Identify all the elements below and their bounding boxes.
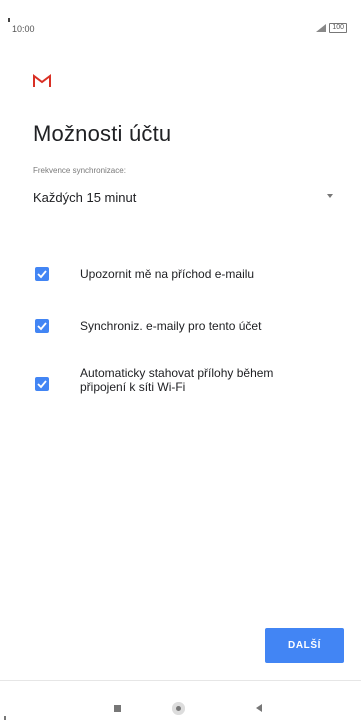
checkbox-attachments[interactable] (35, 377, 49, 391)
checkbox-notify[interactable] (35, 267, 49, 281)
status-time: 10:00 (12, 24, 35, 34)
check-icon (37, 322, 47, 331)
gmail-icon (33, 74, 51, 87)
back-icon[interactable] (256, 704, 262, 712)
next-button[interactable]: DALŠÍ (265, 628, 344, 663)
nav-divider (0, 680, 361, 681)
status-corner-mark (8, 18, 10, 22)
status-icons: 100 (316, 23, 347, 33)
sync-frequency-dropdown[interactable]: Každých 15 minut (33, 186, 333, 212)
checkbox-sync[interactable] (35, 319, 49, 333)
check-icon (37, 380, 47, 389)
corner-mark (4, 716, 6, 720)
navigation-bar (0, 680, 361, 724)
status-bar: 10:00 100 (0, 0, 361, 40)
sync-frequency-value: Každých 15 minut (33, 190, 137, 205)
option-label-sync: Synchroniz. e-maily pro tento účet (80, 319, 262, 333)
option-notify[interactable]: Upozornit mě na příchod e-mailu (33, 267, 333, 287)
check-icon (37, 270, 47, 279)
option-sync[interactable]: Synchroniz. e-maily pro tento účet (33, 319, 333, 339)
home-dot-icon (176, 706, 181, 711)
sync-frequency-label: Frekvence synchronizace: (33, 166, 126, 175)
signal-icon (316, 24, 327, 32)
recent-apps-icon[interactable] (114, 705, 121, 712)
dropdown-arrow-icon (327, 194, 333, 198)
page-title: Možnosti účtu (33, 121, 172, 146)
option-attachments[interactable]: Automaticky stahovat přílohy během připo… (33, 366, 333, 406)
option-label-attachments: Automaticky stahovat přílohy během připo… (80, 366, 274, 394)
battery-icon: 100 (329, 23, 347, 33)
option-label-notify: Upozornit mě na příchod e-mailu (80, 267, 255, 281)
